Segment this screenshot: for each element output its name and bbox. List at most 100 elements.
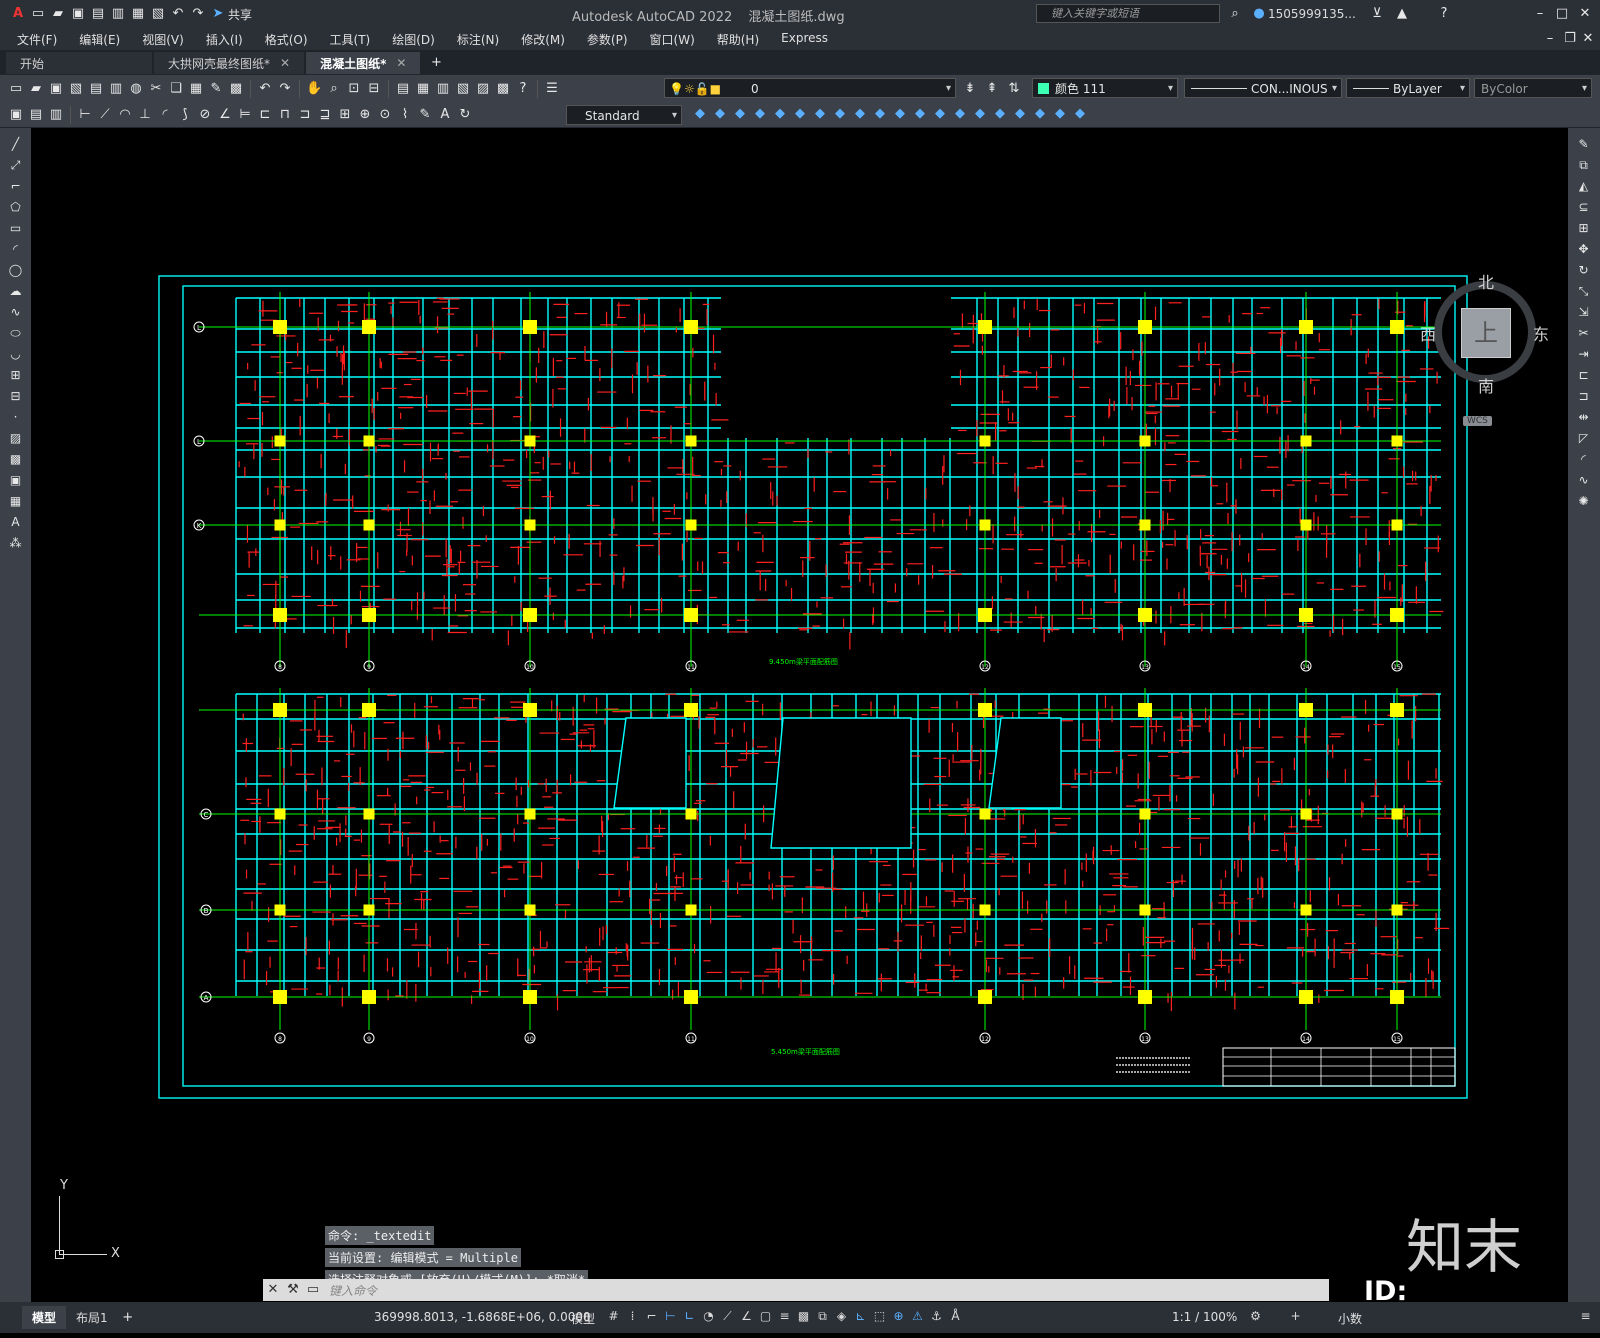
- maximize-icon[interactable]: □: [1554, 6, 1570, 22]
- menu-item[interactable]: 格式(O): [265, 31, 308, 48]
- construction-line-icon[interactable]: ⤢: [0, 155, 31, 176]
- doc-minimize-icon[interactable]: –: [1542, 31, 1558, 47]
- circle-icon[interactable]: ◯: [0, 260, 31, 281]
- pan-icon[interactable]: ✋: [306, 81, 322, 97]
- add-selected-icon[interactable]: ⁂: [0, 533, 31, 554]
- zoom-previous-icon[interactable]: ⊟: [366, 81, 382, 97]
- menu-item[interactable]: 视图(V): [142, 31, 184, 48]
- otrack-icon[interactable]: ∠: [738, 1308, 755, 1325]
- wcs-menu[interactable]: WCS: [1463, 416, 1492, 426]
- new-icon[interactable]: ▭: [30, 6, 46, 22]
- array-icon[interactable]: ⊞: [1568, 218, 1599, 239]
- add-layout-icon[interactable]: +: [120, 1310, 136, 1326]
- revcloud-icon[interactable]: ☁: [0, 281, 31, 302]
- modify-2-icon[interactable]: ◆: [712, 106, 728, 122]
- annotation-scale[interactable]: 1:1 / 100%: [1172, 1310, 1237, 1324]
- workspace-icon[interactable]: ⚙: [1247, 1308, 1264, 1325]
- help-tool-icon[interactable]: ?: [515, 81, 531, 97]
- line-icon[interactable]: ╱: [0, 134, 31, 155]
- tab-close-icon[interactable]: ✕: [280, 56, 290, 70]
- modify-20-icon[interactable]: ◆: [1072, 106, 1088, 122]
- grid-icon[interactable]: #: [605, 1308, 622, 1325]
- compass-south[interactable]: 南: [1478, 373, 1494, 397]
- extend-icon[interactable]: ⇥: [1568, 344, 1599, 365]
- gradient-icon[interactable]: ▩: [0, 449, 31, 470]
- file-tab[interactable]: 开始: [6, 52, 152, 74]
- fillet-icon[interactable]: ◜: [1568, 449, 1599, 470]
- modify-3-icon[interactable]: ◆: [732, 106, 748, 122]
- make-current-icon[interactable]: ⇟: [962, 81, 978, 97]
- copy-obj-icon[interactable]: ⧉: [1568, 155, 1599, 176]
- modify-17-icon[interactable]: ◆: [1012, 106, 1028, 122]
- undo-icon[interactable]: ↶: [170, 6, 186, 22]
- lineweight-icon[interactable]: ≡: [776, 1308, 793, 1325]
- customize-icon[interactable]: ≡: [1577, 1308, 1594, 1325]
- tool-c-icon[interactable]: ▥: [48, 107, 64, 123]
- help-icon[interactable]: ?: [1436, 6, 1452, 22]
- dim-text-edit-icon[interactable]: A: [437, 107, 453, 123]
- dim-radius-icon[interactable]: ◜: [157, 107, 173, 123]
- move-icon[interactable]: ✥: [1568, 239, 1599, 260]
- ellipse-icon[interactable]: ⬭: [0, 323, 31, 344]
- dim-jogged-icon[interactable]: ⟆: [177, 107, 193, 123]
- blend-icon[interactable]: ∿: [1568, 470, 1599, 491]
- auto-scale-icon[interactable]: ⚓: [928, 1308, 945, 1325]
- modify-1-icon[interactable]: ◆: [692, 106, 708, 122]
- doc-close-icon[interactable]: ✕: [1580, 31, 1596, 47]
- modify-6-icon[interactable]: ◆: [792, 106, 808, 122]
- export-icon[interactable]: ▦: [130, 6, 146, 22]
- annotation-visibility-icon[interactable]: ⚠: [909, 1308, 926, 1325]
- zoom-window-icon[interactable]: ⊡: [346, 81, 362, 97]
- undo-tool-icon[interactable]: ↶: [257, 81, 273, 97]
- join-icon[interactable]: ⇹: [1568, 407, 1599, 428]
- web-icon[interactable]: ◍: [128, 81, 144, 97]
- layer-combo[interactable]: 💡☼🔓■ 0: [664, 78, 956, 99]
- annotation-monitor-icon[interactable]: +: [1287, 1308, 1304, 1325]
- menu-item[interactable]: 标注(N): [457, 31, 499, 48]
- spline-icon[interactable]: ∿: [0, 302, 31, 323]
- snap-icon[interactable]: ⁞: [624, 1308, 641, 1325]
- hatch-icon[interactable]: ▨: [0, 428, 31, 449]
- menu-item[interactable]: 窗口(W): [650, 31, 695, 48]
- sheetset-icon[interactable]: ▧: [455, 81, 471, 97]
- stretch-icon[interactable]: ⇲: [1568, 302, 1599, 323]
- transparency-icon[interactable]: ▩: [795, 1308, 812, 1325]
- gizmo-icon[interactable]: ⊕: [890, 1308, 907, 1325]
- cart-icon[interactable]: ⊻: [1369, 6, 1385, 22]
- modify-10-icon[interactable]: ◆: [872, 106, 888, 122]
- jog-line-icon[interactable]: ⌇: [397, 107, 413, 123]
- dim-ordinate-icon[interactable]: ⊥: [137, 107, 153, 123]
- import-icon[interactable]: ▥: [110, 6, 126, 22]
- command-history-icon[interactable]: ▭: [305, 1282, 321, 1298]
- qdim-icon[interactable]: ⊨: [237, 107, 253, 123]
- ellipse-arc-icon[interactable]: ◡: [0, 344, 31, 365]
- mirror-icon[interactable]: ◭: [1568, 176, 1599, 197]
- menu-item[interactable]: 绘图(D): [392, 31, 435, 48]
- modify-19-icon[interactable]: ◆: [1052, 106, 1068, 122]
- print-icon[interactable]: ▧: [68, 81, 84, 97]
- dimstyle-combo[interactable]: Standard: [566, 105, 682, 126]
- menu-item[interactable]: 修改(M): [521, 31, 565, 48]
- minimize-icon[interactable]: –: [1532, 6, 1548, 22]
- polar-icon[interactable]: ◔: [700, 1308, 717, 1325]
- dim-space-icon[interactable]: ⊐: [297, 107, 313, 123]
- table-icon[interactable]: ▦: [0, 491, 31, 512]
- annotation-scale-icon[interactable]: Å: [947, 1308, 964, 1325]
- search-icon[interactable]: ⌕: [1227, 6, 1243, 22]
- modify-16-icon[interactable]: ◆: [992, 106, 1008, 122]
- modify-8-icon[interactable]: ◆: [832, 106, 848, 122]
- menu-item[interactable]: 编辑(E): [79, 31, 120, 48]
- modify-12-icon[interactable]: ◆: [912, 106, 928, 122]
- model-space-button[interactable]: 模型: [571, 1310, 595, 1327]
- point-icon[interactable]: ·: [0, 407, 31, 428]
- modify-15-icon[interactable]: ◆: [972, 106, 988, 122]
- chamfer-icon[interactable]: ◸: [1568, 428, 1599, 449]
- doc-restore-icon[interactable]: ❐: [1562, 31, 1578, 47]
- compass-west[interactable]: 西: [1420, 321, 1436, 345]
- design-center-icon[interactable]: ▦: [415, 81, 431, 97]
- calc-icon[interactable]: ▩: [495, 81, 511, 97]
- match-prop-icon[interactable]: ✎: [208, 81, 224, 97]
- zoom-realtime-icon[interactable]: ⌕: [326, 81, 342, 97]
- polygon-icon[interactable]: ⬠: [0, 197, 31, 218]
- help-search-input[interactable]: 键入关键字或短语: [1036, 4, 1220, 23]
